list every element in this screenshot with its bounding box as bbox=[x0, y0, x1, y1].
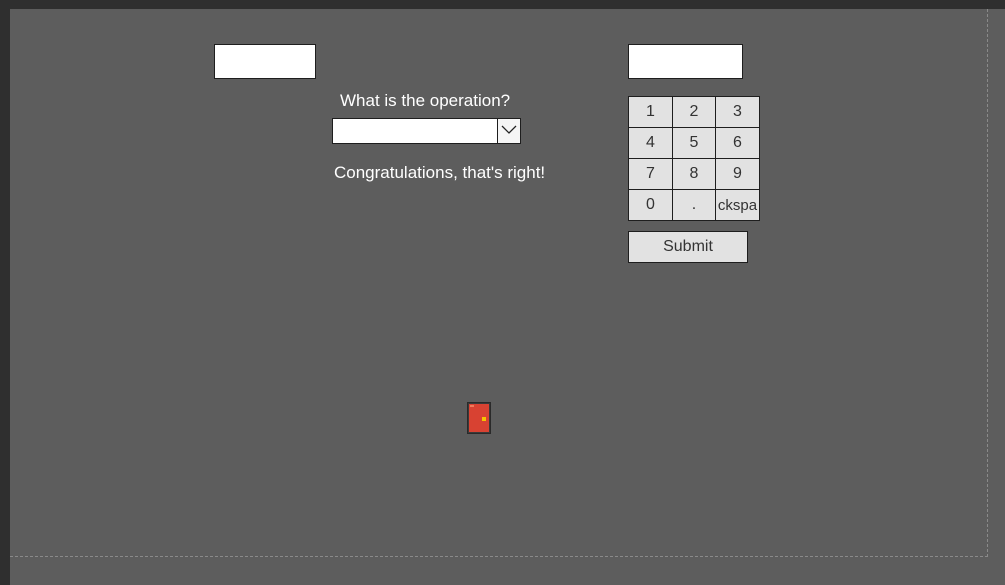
key-0[interactable]: 0 bbox=[628, 189, 673, 221]
key-decimal[interactable]: . bbox=[672, 189, 716, 221]
submit-button[interactable]: Submit bbox=[628, 231, 748, 263]
answer-input[interactable] bbox=[628, 44, 743, 79]
operation-question: What is the operation? bbox=[340, 91, 511, 110]
key-1[interactable]: 1 bbox=[628, 96, 673, 128]
window-frame-top bbox=[0, 0, 1005, 9]
key-8[interactable]: 8 bbox=[672, 158, 716, 190]
numeric-keypad: 1 2 3 4 5 6 7 8 9 0 . ckspa bbox=[628, 96, 760, 221]
door-icon[interactable] bbox=[467, 402, 491, 434]
key-6[interactable]: 6 bbox=[715, 127, 760, 159]
chevron-down-icon bbox=[501, 125, 517, 134]
key-2[interactable]: 2 bbox=[672, 96, 716, 128]
dropdown-button[interactable] bbox=[497, 119, 520, 143]
operand-input-left[interactable] bbox=[214, 44, 316, 79]
key-3[interactable]: 3 bbox=[715, 96, 760, 128]
key-9[interactable]: 9 bbox=[715, 158, 760, 190]
key-7[interactable]: 7 bbox=[628, 158, 673, 190]
key-5[interactable]: 5 bbox=[672, 127, 716, 159]
key-backspace[interactable]: ckspa bbox=[715, 189, 760, 221]
window-frame-left bbox=[0, 9, 10, 585]
feedback-message: Congratulations, that's right! bbox=[334, 163, 546, 182]
operation-select[interactable] bbox=[332, 118, 521, 144]
key-4[interactable]: 4 bbox=[628, 127, 673, 159]
